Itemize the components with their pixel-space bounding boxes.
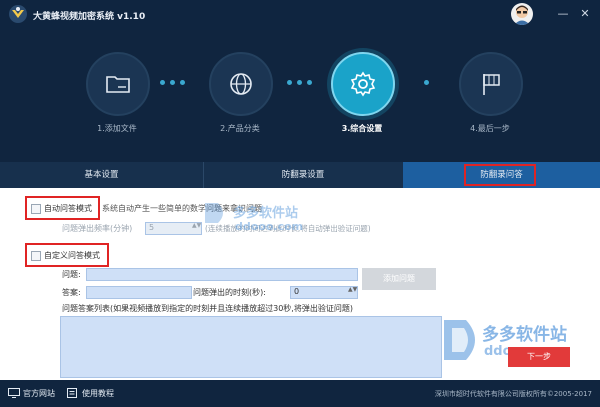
flag-icon <box>483 74 500 95</box>
step-1-label: 1.添加文件 <box>97 124 137 133</box>
popup-time-label: 问题弹出的时刻(秒): <box>193 288 266 297</box>
watermark-text-cn: 多多软件站 <box>482 325 567 345</box>
monitor-icon <box>8 388 20 398</box>
answer-input[interactable] <box>86 286 192 299</box>
question-label: 问题: <box>62 270 81 279</box>
app-title: 大黄蜂视频加密系统 v1.10 <box>33 12 146 22</box>
add-question-button[interactable]: 添加问题 <box>362 268 436 290</box>
frequency-value: 5 <box>149 223 155 232</box>
tutorial-link[interactable]: 使用教程 <box>82 388 114 399</box>
tab-anti-record-settings[interactable]: 防翻录设置 <box>203 162 404 188</box>
popup-time-value: 0 <box>294 287 300 296</box>
gear-icon <box>350 71 376 97</box>
next-step-button[interactable]: 下一步 <box>508 347 570 367</box>
watermark-text-cn: 多多软件站 <box>233 206 299 221</box>
question-input[interactable] <box>86 268 358 281</box>
watermark-text-en: ddooo.com <box>235 220 304 233</box>
copyright-text: 深圳市超时代软件有限公司版权所有©2005-2017 <box>434 390 592 398</box>
qa-settings-panel: 自动问答模式 系统自动产生一些简单的数学问题来拿识问题 问题弹出频率(分钟) 5… <box>0 188 600 380</box>
bee-logo-icon <box>9 5 27 23</box>
qa-list[interactable] <box>60 316 442 378</box>
qa-list-label: 问题答案列表(如果视频播放到指定的时刻并且连续播放超过30秒,将弹出验证问题) <box>62 304 353 313</box>
step-3-label: 3.综合设置 <box>341 124 383 133</box>
auto-qa-highlight-box <box>25 196 100 220</box>
footer: 官方网站 使用教程 深圳市超时代软件有限公司版权所有©2005-2017 <box>0 380 600 407</box>
frequency-stepper[interactable]: 5 ▲▼ <box>145 222 202 235</box>
tab-highlight-box <box>464 164 536 186</box>
avatar[interactable] <box>511 3 533 25</box>
step-4[interactable] <box>459 52 523 116</box>
close-button[interactable]: ✕ <box>578 7 592 21</box>
app-window: 大黄蜂视频加密系统 v1.10 — ✕ 1.添加文件 2.产品分类 3.综合设置… <box>0 0 600 407</box>
answer-label: 答案: <box>62 288 81 297</box>
frequency-label: 问题弹出频率(分钟) <box>62 224 133 233</box>
stepper-arrows-icon[interactable]: ▲▼ <box>348 286 357 293</box>
step-3[interactable] <box>331 52 395 116</box>
title-bar: 大黄蜂视频加密系统 v1.10 — ✕ <box>0 0 600 30</box>
step-2[interactable] <box>209 52 273 116</box>
document-icon <box>67 388 77 398</box>
official-site-link[interactable]: 官方网站 <box>23 388 55 399</box>
watermark-logo-icon <box>205 203 223 223</box>
folder-icon <box>106 76 130 93</box>
custom-qa-highlight-box <box>25 243 109 267</box>
tab-basic-settings[interactable]: 基本设置 <box>0 162 204 188</box>
step-4-label: 4.最后一步 <box>470 124 510 133</box>
popup-time-stepper[interactable]: 0 ▲▼ <box>290 286 358 299</box>
globe-icon <box>230 73 252 95</box>
step-1[interactable] <box>86 52 150 116</box>
minimize-button[interactable]: — <box>556 7 570 21</box>
step-2-label: 2.产品分类 <box>220 124 260 133</box>
watermark-logo-icon <box>444 320 475 360</box>
step-progress: 1.添加文件 2.产品分类 3.综合设置 4.最后一步 <box>0 30 600 158</box>
